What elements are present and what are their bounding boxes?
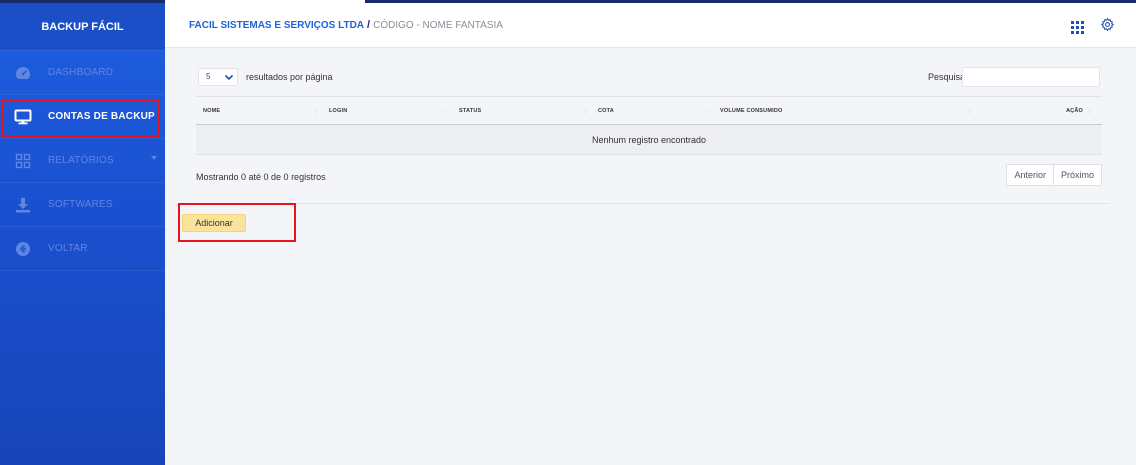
column-header-login[interactable]: LOGIN: [329, 108, 347, 114]
highlight-box-add: [178, 203, 296, 242]
sort-icon: ↕: [584, 109, 587, 115]
accounts-table: NOME ↕ LOGIN ↕ STATUS ↕ COTA ↕ VOLUME CO…: [196, 96, 1102, 155]
page-length-label: resultados por página: [246, 72, 333, 82]
settings-gear-icon[interactable]: [1100, 17, 1115, 36]
page-length-select[interactable]: 5: [198, 68, 238, 86]
sidebar-item-label: DASHBOARD: [48, 67, 114, 78]
next-page-button[interactable]: Próximo: [1053, 164, 1102, 186]
previous-page-button[interactable]: Anterior: [1006, 164, 1054, 186]
grid-squares-icon: [12, 152, 34, 170]
breadcrumb-company[interactable]: FACIL SISTEMAS E SERVIÇOS LTDA: [189, 20, 364, 31]
search-input[interactable]: [962, 67, 1100, 87]
breadcrumb-separator: /: [367, 19, 371, 31]
column-header-cota[interactable]: COTA: [598, 108, 614, 114]
sidebar-item-voltar[interactable]: VOLTAR: [0, 227, 165, 271]
column-header-status[interactable]: STATUS: [459, 108, 481, 114]
sidebar-item-label: VOLTAR: [48, 243, 88, 254]
section-divider: [178, 203, 1110, 204]
speedometer-icon: [12, 64, 34, 82]
column-header-acao[interactable]: AÇÃO: [1066, 108, 1083, 114]
table-header: NOME ↕ LOGIN ↕ STATUS ↕ COTA ↕ VOLUME CO…: [196, 96, 1102, 125]
sidebar-item-relatorios[interactable]: RELATÓRIOS: [0, 139, 165, 183]
sort-icon: ↕: [1088, 109, 1091, 115]
column-header-nome[interactable]: NOME: [203, 108, 220, 114]
sidebar: BACKUP FÁCIL DASHBOARD CONTAS DE BACKUP …: [0, 3, 165, 465]
header-bar: FACIL SISTEMAS E SERVIÇOS LTDA / CÓDIGO …: [165, 3, 1136, 48]
arrow-left-circle-icon: [12, 240, 34, 258]
table-info: Mostrando 0 até 0 de 0 registros: [196, 172, 326, 182]
sidebar-item-label: RELATÓRIOS: [48, 155, 114, 166]
download-icon: [12, 196, 34, 214]
highlight-box-sidebar: [2, 99, 160, 137]
table-empty-row: Nenhum registro encontrado: [196, 125, 1102, 155]
breadcrumb-code-name: CÓDIGO - NOME FANTASIA: [373, 19, 503, 31]
apps-grid-icon[interactable]: [1071, 20, 1084, 34]
chevron-down-icon: [151, 156, 157, 160]
sidebar-item-dashboard[interactable]: DASHBOARD: [0, 51, 165, 95]
sort-icon: ↕: [314, 109, 317, 115]
page-length-value: 5: [206, 72, 211, 81]
sidebar-item-softwares[interactable]: SOFTWARES: [0, 183, 165, 227]
pagination: Anterior Próximo: [1006, 164, 1102, 186]
sidebar-item-label: SOFTWARES: [48, 199, 113, 210]
brand-title[interactable]: BACKUP FÁCIL: [0, 3, 165, 51]
sort-icon: ↕: [968, 109, 971, 115]
sort-icon: ↕: [708, 109, 711, 115]
column-header-volume-consumido[interactable]: VOLUME CONSUMIDO: [720, 108, 782, 114]
chevron-down-icon: [224, 71, 234, 89]
sort-icon: ↕: [444, 109, 447, 115]
